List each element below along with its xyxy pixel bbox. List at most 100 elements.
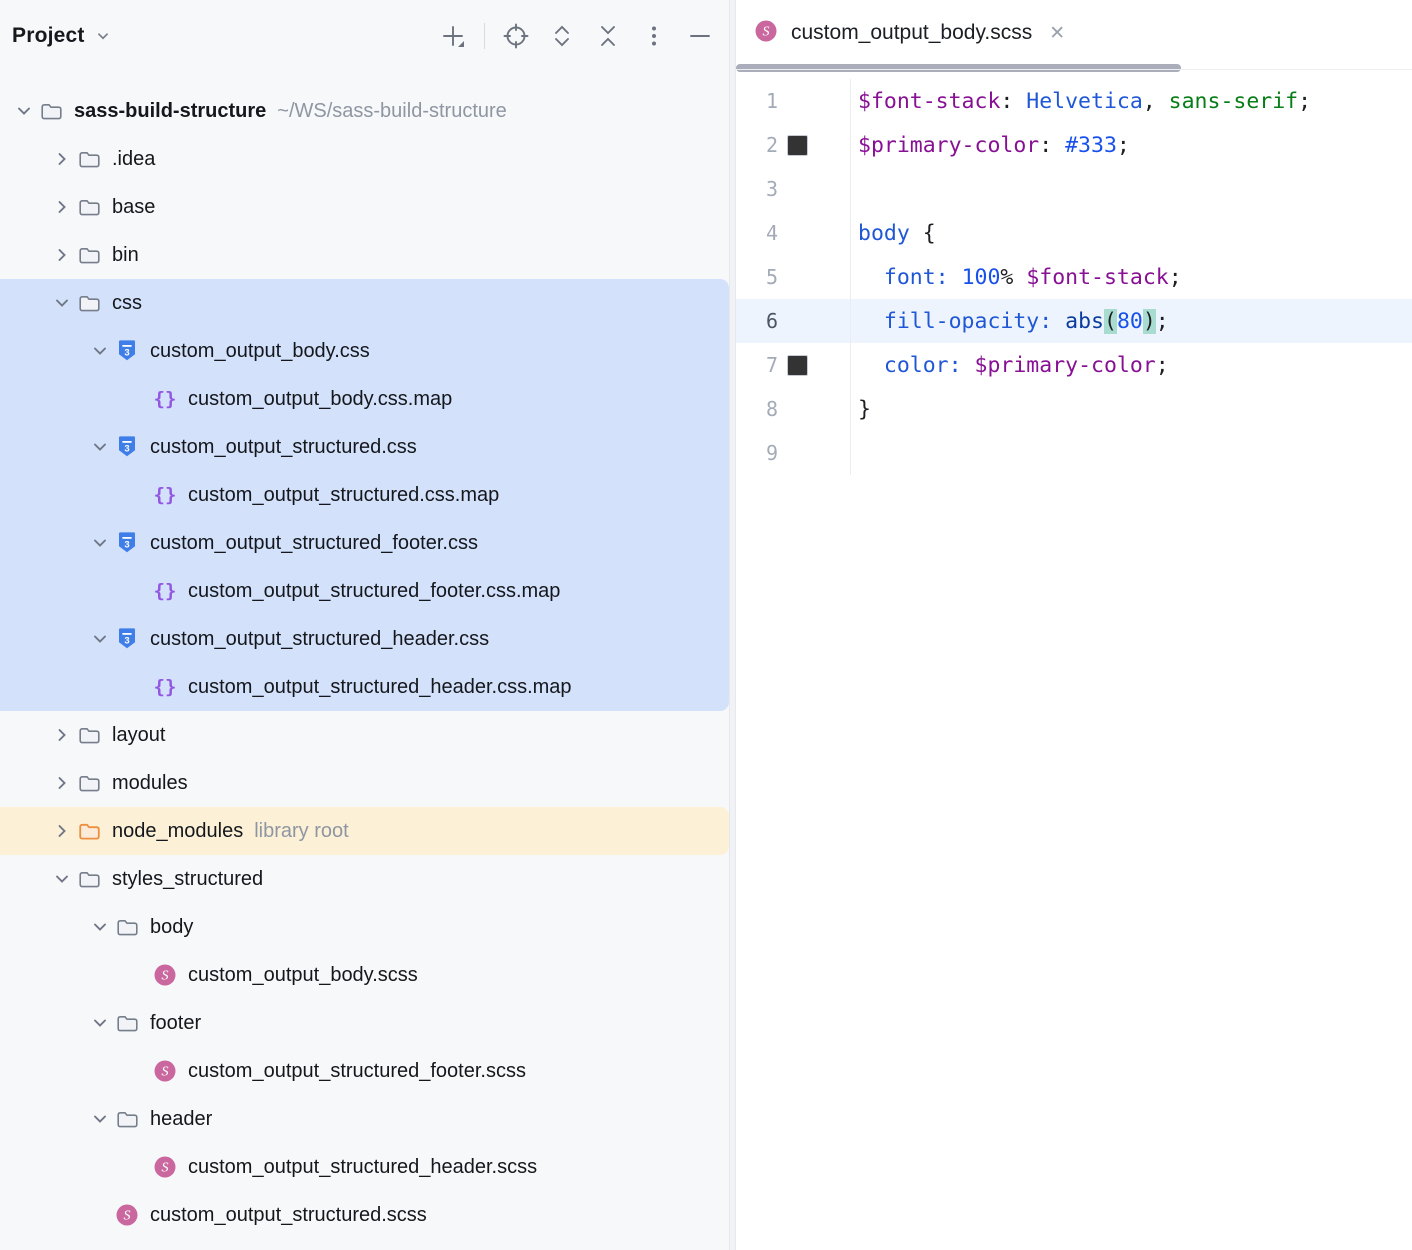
tree-item-base[interactable]: base xyxy=(0,183,729,231)
chevron-down-icon[interactable] xyxy=(86,916,114,938)
chevron-right-icon[interactable] xyxy=(48,196,76,218)
tree-item-modules[interactable]: modules xyxy=(0,759,729,807)
tree-item-custom-output-structured-footer-css[interactable]: 3custom_output_structured_footer.css xyxy=(0,519,729,567)
tree-item-custom-output-structured-footer-css-map[interactable]: {}custom_output_structured_footer.css.ma… xyxy=(0,567,729,615)
chevron-right-icon[interactable] xyxy=(48,148,76,170)
code-line-text: fill-opacity: abs(80); xyxy=(851,309,1169,334)
tree-item-custom-output-body-css-map[interactable]: {}custom_output_body.css.map xyxy=(0,375,729,423)
svg-text:3: 3 xyxy=(124,540,129,551)
panel-splitter[interactable] xyxy=(729,0,736,1250)
add-button[interactable] xyxy=(434,17,472,55)
collapse-all-icon xyxy=(592,20,624,52)
tree-item-custom-output-structured-scss[interactable]: Scustom_output_structured.scss xyxy=(0,1191,729,1239)
tree-item-label: custom_output_structured_header.scss xyxy=(188,1156,537,1179)
tree-item-footer[interactable]: footer xyxy=(0,999,729,1047)
tree-item-label: custom_output_structured_footer.css.map xyxy=(188,580,560,603)
line-number: 4 xyxy=(736,221,778,245)
code-line-9[interactable]: 9 xyxy=(736,431,1412,475)
code-editor[interactable]: 1$font-stack: Helvetica, sans-serif;2$pr… xyxy=(736,73,1412,475)
folder-icon xyxy=(76,773,102,794)
tree-item-custom-output-body-css[interactable]: 3custom_output_body.css xyxy=(0,327,729,375)
tree-item-label: custom_output_structured.css.map xyxy=(188,484,499,507)
code-line-2[interactable]: 2$primary-color: #333; xyxy=(736,123,1412,167)
code-line-3[interactable]: 3 xyxy=(736,167,1412,211)
tree-item-node-modules[interactable]: node_moduleslibrary root xyxy=(0,807,729,855)
line-number: 3 xyxy=(736,177,778,201)
chevron-down-icon[interactable] xyxy=(10,100,38,122)
code-line-text: } xyxy=(851,397,871,422)
tree-item-secondary-label: library root xyxy=(254,820,348,843)
css-icon: 3 xyxy=(114,531,140,555)
chevron-down-icon[interactable] xyxy=(48,292,76,314)
chevron-down-icon[interactable] xyxy=(86,1012,114,1034)
tree-item-custom-output-structured-header-css-map[interactable]: {}custom_output_structured_header.css.ma… xyxy=(0,663,729,711)
svg-text:S: S xyxy=(162,1161,169,1176)
tree-item-label: css xyxy=(112,292,142,315)
chevron-right-icon[interactable] xyxy=(48,724,76,746)
tree-item-custom-output-structured-footer-scss[interactable]: Scustom_output_structured_footer.scss xyxy=(0,1047,729,1095)
tree-item-custom-output-structured-css-map[interactable]: {}custom_output_structured.css.map xyxy=(0,471,729,519)
line-number: 6 xyxy=(736,309,778,333)
tree-item-secondary-label: ~/WS/sass-build-structure xyxy=(277,100,507,123)
chevron-down-icon[interactable] xyxy=(86,532,114,554)
code-line-5[interactable]: 5 font: 100% $font-stack; xyxy=(736,255,1412,299)
tree-item--idea[interactable]: .idea xyxy=(0,135,729,183)
code-line-4[interactable]: 4body { xyxy=(736,211,1412,255)
tree-item-custom-output-structured-header-css[interactable]: 3custom_output_structured_header.css xyxy=(0,615,729,663)
code-line-8[interactable]: 8} xyxy=(736,387,1412,431)
folder-icon xyxy=(114,1013,140,1034)
chevron-down-icon[interactable] xyxy=(86,1108,114,1130)
hide-button[interactable] xyxy=(681,17,719,55)
color-preview-swatch[interactable] xyxy=(787,135,808,156)
locate-opened-file-icon xyxy=(500,20,532,52)
scss-icon: S xyxy=(114,1203,140,1227)
project-view-dropdown-chevron-icon[interactable] xyxy=(93,26,113,46)
code-line-1[interactable]: 1$font-stack: Helvetica, sans-serif; xyxy=(736,79,1412,123)
tree-item-custom-output-structured-css[interactable]: 3 custom_output_structured.css xyxy=(0,423,729,471)
folder-icon xyxy=(76,725,102,746)
tree-item-label: .idea xyxy=(112,148,155,171)
folder-icon xyxy=(114,917,140,938)
color-preview-swatch[interactable] xyxy=(787,355,808,376)
folder-icon xyxy=(76,869,102,890)
line-number: 9 xyxy=(736,441,778,465)
line-number: 1 xyxy=(736,89,778,113)
tree-item-layout[interactable]: layout xyxy=(0,711,729,759)
expand-all-icon xyxy=(546,20,578,52)
expand-all-button[interactable] xyxy=(543,17,581,55)
tree-item-label: custom_output_structured.css xyxy=(150,436,417,459)
tree-item-styles-structured[interactable]: styles_structured xyxy=(0,855,729,903)
tree-item-css[interactable]: css xyxy=(0,279,729,327)
tree-item-header[interactable]: header xyxy=(0,1095,729,1143)
tree-item-bin[interactable]: bin xyxy=(0,231,729,279)
svg-text:3: 3 xyxy=(124,636,129,647)
gutter-border xyxy=(850,167,851,211)
svg-text:S: S xyxy=(162,1065,169,1080)
line-number: 2 xyxy=(736,133,778,157)
tree-item-label: layout xyxy=(112,724,165,747)
project-view-title[interactable]: Project xyxy=(12,24,85,48)
code-line-7[interactable]: 7 color: $primary-color; xyxy=(736,343,1412,387)
locate-opened-file-button[interactable] xyxy=(497,17,535,55)
map-icon: {} xyxy=(152,388,178,410)
more-options-button[interactable] xyxy=(635,17,673,55)
chevron-right-icon[interactable] xyxy=(48,820,76,842)
chevron-down-icon[interactable] xyxy=(86,340,114,362)
tree-item-sass-build-structure[interactable]: sass-build-structure~/WS/sass-build-stru… xyxy=(0,87,729,135)
chevron-down-icon[interactable] xyxy=(86,436,114,458)
svg-text:3: 3 xyxy=(124,348,129,359)
chevron-right-icon[interactable] xyxy=(48,244,76,266)
folder-icon xyxy=(76,149,102,170)
tab-close-icon[interactable]: ✕ xyxy=(1045,20,1069,47)
collapse-all-button[interactable] xyxy=(589,17,627,55)
tree-item-custom-output-structured-header-scss[interactable]: Scustom_output_structured_header.scss xyxy=(0,1143,729,1191)
tree-item-custom-output-body-scss[interactable]: Scustom_output_body.scss xyxy=(0,951,729,999)
code-line-6[interactable]: 6 fill-opacity: abs(80); xyxy=(736,299,1412,343)
chevron-down-icon[interactable] xyxy=(48,868,76,890)
chevron-right-icon[interactable] xyxy=(48,772,76,794)
css-icon: 3 xyxy=(114,339,140,363)
css-icon: 3 xyxy=(114,435,140,459)
chevron-down-icon[interactable] xyxy=(86,628,114,650)
tree-item-body[interactable]: body xyxy=(0,903,729,951)
editor-tab-custom_output_body-scss[interactable]: S custom_output_body.scss ✕ xyxy=(748,0,1075,66)
